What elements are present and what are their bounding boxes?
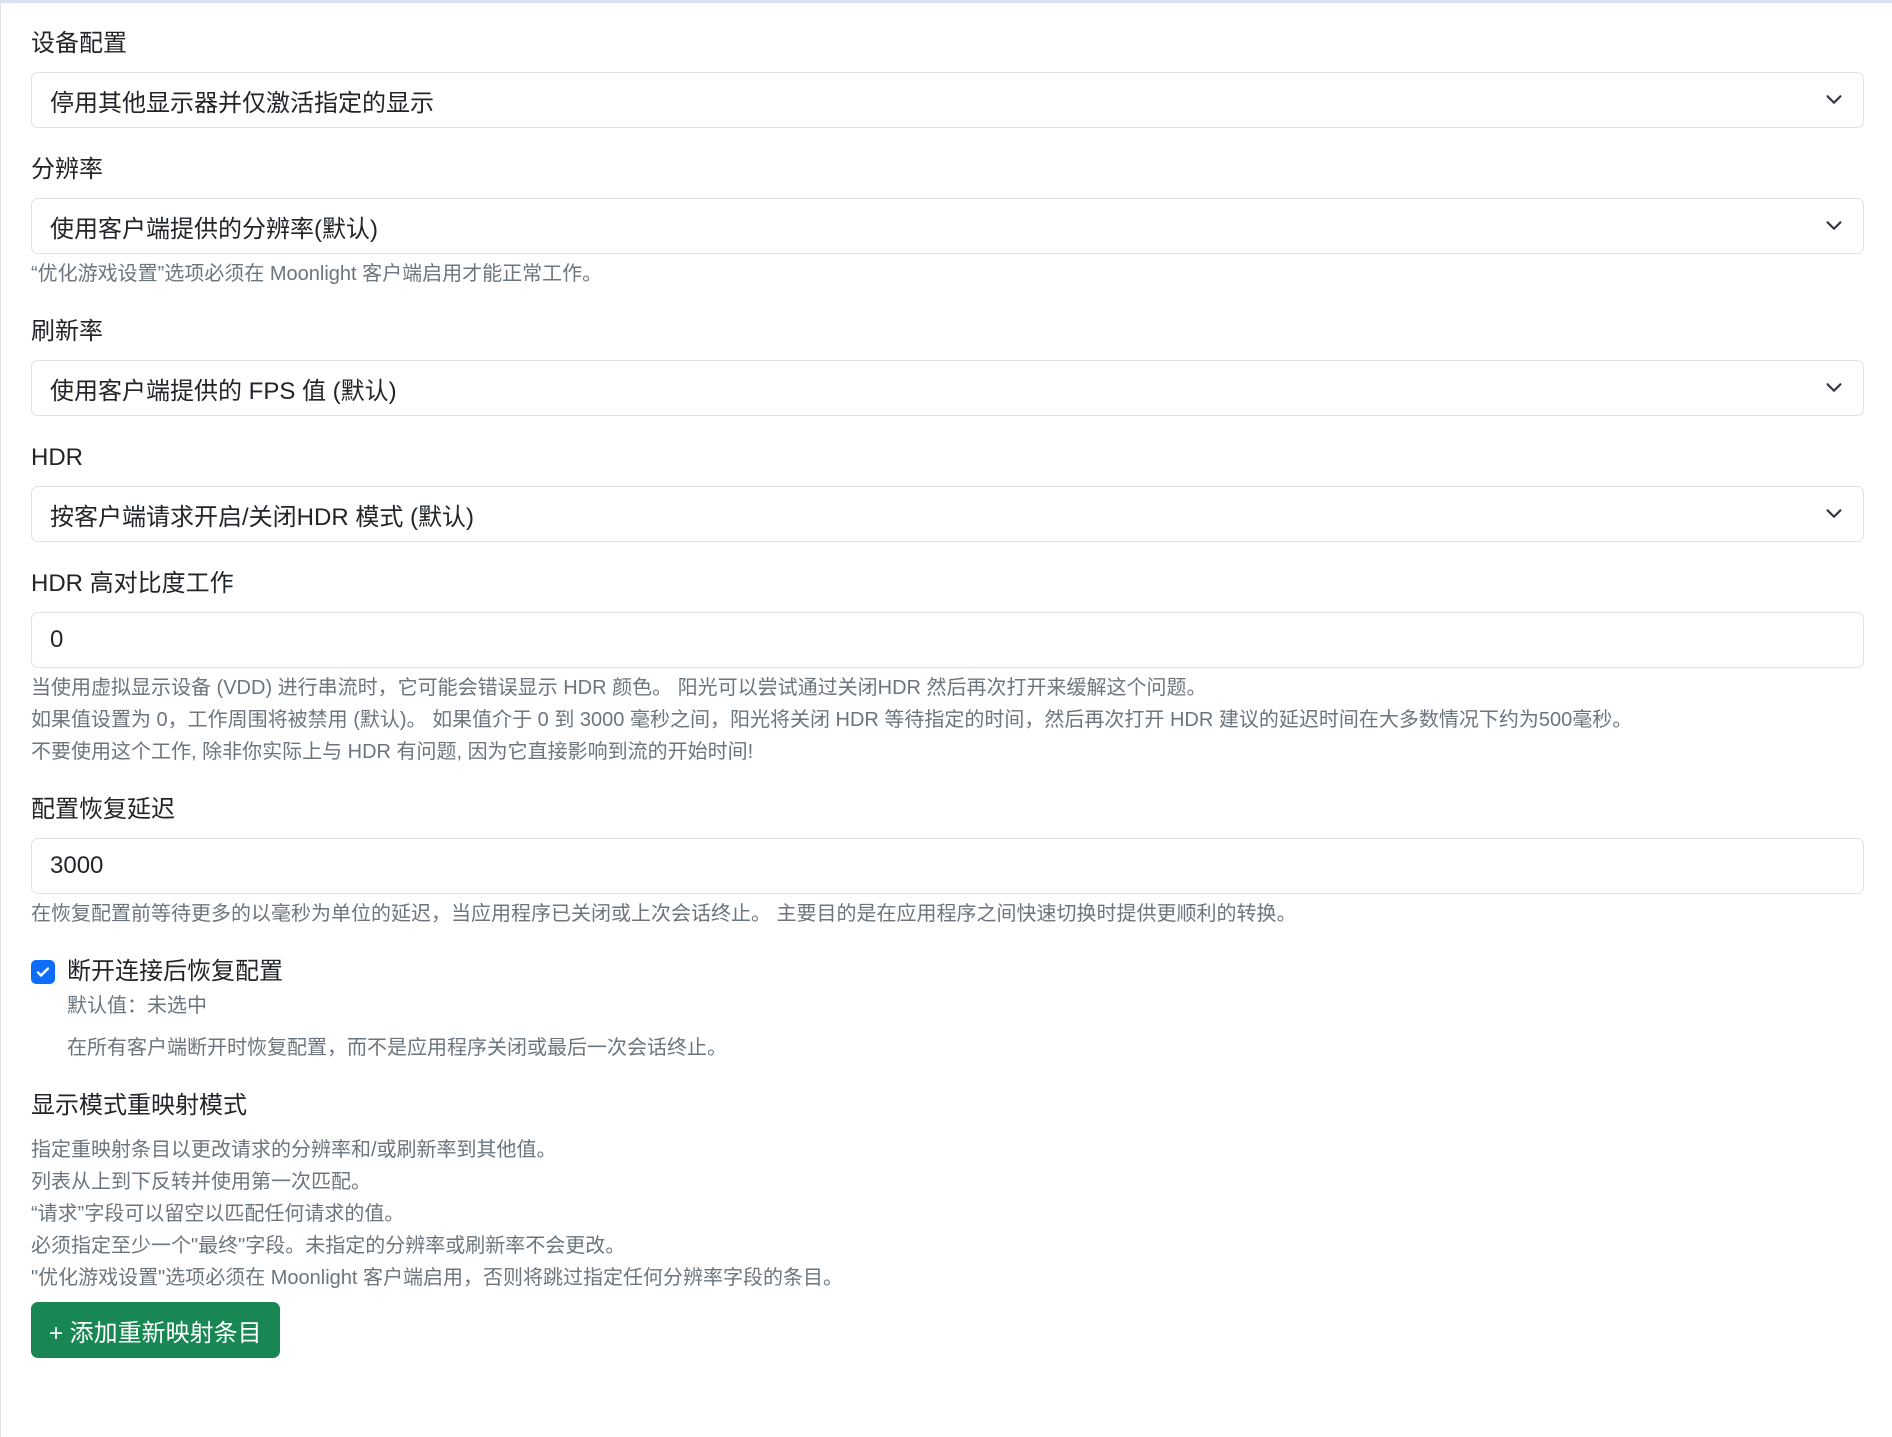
device-config-select[interactable]: 停用其他显示器并仅激活指定的显示: [31, 72, 1864, 128]
restore-on-disconnect-label: 断开连接后恢复配置: [67, 958, 283, 985]
hdr-label: HDR: [31, 444, 83, 471]
remap-help-line: "优化游戏设置"选项必须在 Moonlight 客户端启用，否则将跳过指定任何分…: [31, 1267, 844, 1289]
remap-help-line: “请求”字段可以留空以匹配任何请求的值。: [31, 1203, 405, 1225]
remap-title: 显示模式重映射模式: [31, 1092, 247, 1119]
hdr-workaround-help: 当使用虚拟显示设备 (VDD) 进行串流时，它可能会错误显示 HDR 颜色。 阳…: [31, 672, 1864, 768]
hdr-workaround-help-line: 如果值设置为 0，工作周围将被禁用 (默认)。 如果值介于 0 到 3000 毫…: [31, 709, 1633, 731]
checkbox-description: 在所有客户端断开时恢复配置，而不是应用程序关闭或最后一次会话终止。: [67, 1037, 727, 1059]
resolution-help: “优化游戏设置”选项必须在 Moonlight 客户端启用才能正常工作。: [31, 263, 603, 285]
chevron-down-icon: [1826, 95, 1842, 104]
add-remap-entry-button[interactable]: + 添加重新映射条目: [31, 1302, 280, 1358]
restore-delay-group: 配置恢复延迟 3000 在恢复配置前等待更多的以毫秒为单位的延迟，当应用程序已关…: [31, 792, 1864, 930]
display-settings-form: 设备配置 停用其他显示器并仅激活指定的显示 分辨率 使用客户端提供的分辨率(默认…: [31, 26, 1864, 1382]
hdr-group: HDR 按客户端请求开启/关闭HDR 模式 (默认): [31, 440, 1864, 542]
restore-on-disconnect-group: 断开连接后恢复配置 默认值：未选中 在所有客户端断开时恢复配置，而不是应用程序关…: [31, 954, 1864, 1064]
refresh-rate-value: 使用客户端提供的 FPS 值 (默认): [50, 377, 397, 405]
resolution-group: 分辨率 使用客户端提供的分辨率(默认) “优化游戏设置”选项必须在 Moonli…: [31, 152, 1864, 290]
restore-delay-help: 在恢复配置前等待更多的以毫秒为单位的延迟，当应用程序已关闭或上次会话终止。 主要…: [31, 903, 1297, 925]
hdr-workaround-help-line: 不要使用这个工作, 除非你实际上与 HDR 有问题, 因为它直接影响到流的开始时…: [31, 741, 754, 763]
hdr-workaround-label: HDR 高对比度工作: [31, 570, 234, 597]
restore-on-disconnect-checkbox[interactable]: [31, 960, 55, 984]
remap-help-line: 列表从上到下反转并使用第一次匹配。: [31, 1171, 371, 1193]
hdr-workaround-value: 0: [50, 626, 64, 653]
resolution-value: 使用客户端提供的分辨率(默认): [50, 215, 378, 243]
remap-help: 指定重映射条目以更改请求的分辨率和/或刷新率到其他值。 列表从上到下反转并使用第…: [31, 1134, 1864, 1294]
restore-delay-value: 3000: [50, 852, 104, 879]
refresh-rate-group: 刷新率 使用客户端提供的 FPS 值 (默认): [31, 314, 1864, 416]
refresh-rate-label: 刷新率: [31, 318, 103, 345]
hdr-select[interactable]: 按客户端请求开启/关闭HDR 模式 (默认): [31, 486, 1864, 542]
remap-help-line: 指定重映射条目以更改请求的分辨率和/或刷新率到其他值。: [31, 1139, 557, 1161]
chevron-down-icon: [1826, 221, 1842, 230]
refresh-rate-select[interactable]: 使用客户端提供的 FPS 值 (默认): [31, 360, 1864, 416]
hdr-workaround-input[interactable]: 0: [31, 612, 1864, 668]
hdr-workaround-help-line: 当使用虚拟显示设备 (VDD) 进行串流时，它可能会错误显示 HDR 颜色。 阳…: [31, 677, 1207, 699]
remap-group: 显示模式重映射模式 指定重映射条目以更改请求的分辨率和/或刷新率到其他值。 列表…: [31, 1088, 1864, 1358]
hdr-workaround-group: HDR 高对比度工作 0 当使用虚拟显示设备 (VDD) 进行串流时，它可能会错…: [31, 566, 1864, 768]
restore-delay-label: 配置恢复延迟: [31, 796, 175, 823]
resolution-label: 分辨率: [31, 156, 103, 183]
hdr-value: 按客户端请求开启/关闭HDR 模式 (默认): [50, 503, 474, 531]
device-config-group: 设备配置 停用其他显示器并仅激活指定的显示: [31, 26, 1864, 128]
device-config-label: 设备配置: [31, 30, 127, 57]
checkbox-default-text: 默认值：未选中: [67, 995, 207, 1017]
check-icon: [36, 967, 50, 977]
resolution-select[interactable]: 使用客户端提供的分辨率(默认): [31, 198, 1864, 254]
restore-delay-input[interactable]: 3000: [31, 838, 1864, 894]
top-accent-line: [0, 0, 1892, 3]
left-border: [0, 0, 1, 1437]
chevron-down-icon: [1826, 383, 1842, 392]
chevron-down-icon: [1826, 509, 1842, 518]
device-config-value: 停用其他显示器并仅激活指定的显示: [50, 89, 434, 117]
remap-help-line: 必须指定至少一个"最终"字段。未指定的分辨率或刷新率不会更改。: [31, 1235, 626, 1257]
restore-on-disconnect-row[interactable]: 断开连接后恢复配置: [31, 954, 1864, 990]
